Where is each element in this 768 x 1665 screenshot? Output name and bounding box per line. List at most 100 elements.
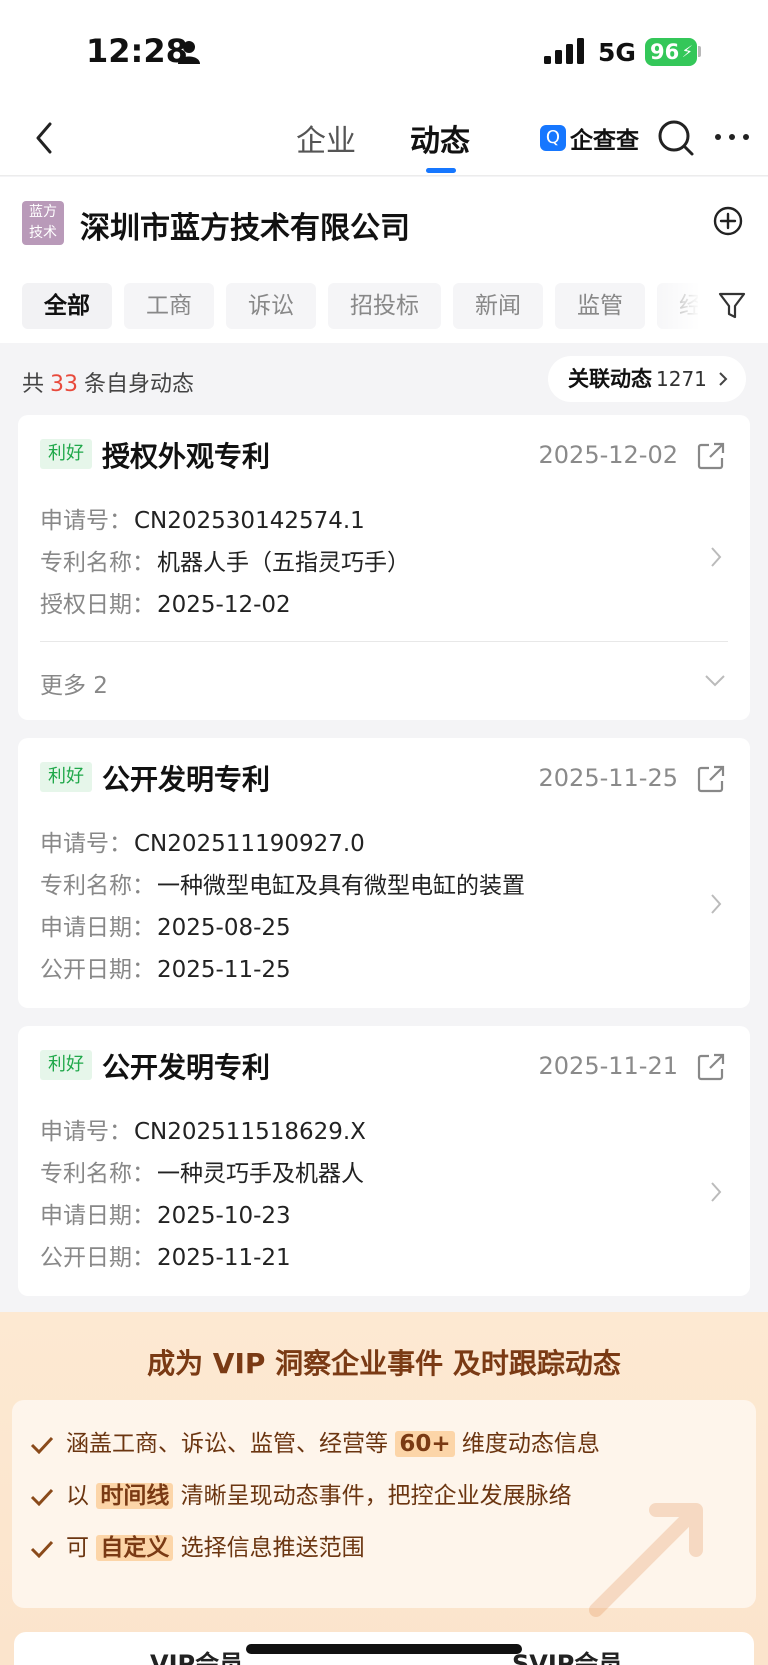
filter-chip-business[interactable]: 工商 (124, 283, 214, 329)
divider (40, 641, 728, 642)
detail-value: CN202530142574.1 (134, 508, 365, 534)
chevron-right-icon (711, 894, 722, 914)
benefit-text: 清晰呈现动态事件，把控企业发展脉络 (180, 1483, 572, 1509)
chevron-right-icon (711, 1182, 722, 1202)
detail-label: 申请日期： (40, 915, 155, 941)
detail-label: 公开日期： (40, 1245, 155, 1271)
positive-tag: 利好 (40, 762, 92, 792)
filter-chip-all[interactable]: 全部 (22, 283, 112, 329)
detail-label: 公开日期： (40, 957, 155, 983)
benefit-text: 涵盖工商、诉讼、监管、经营等 (66, 1431, 388, 1457)
status-time: 12:28 (86, 32, 188, 70)
detail-value: 一种灵巧手及机器人 (157, 1161, 364, 1187)
detail-value: 2025-12-02 (157, 592, 291, 618)
filter-chips: 全部工商诉讼招投标新闻监管经营 (22, 283, 698, 329)
detail-row: 专利名称：一种灵巧手及机器人 (40, 1154, 364, 1188)
filter-chip-news[interactable]: 新闻 (453, 283, 543, 329)
active-tab-indicator (426, 168, 456, 173)
detail-value: 2025-10-23 (157, 1203, 291, 1229)
battery-indicator: 96 ⚡ (645, 38, 697, 66)
detail-label: 专利名称： (40, 550, 155, 576)
detail-label: 申请日期： (40, 1203, 155, 1229)
benefit-text: 选择信息推送范围 (180, 1535, 365, 1561)
event-date: 2025-11-25 (538, 764, 678, 792)
detail-value: 2025-11-25 (157, 957, 291, 983)
person-icon (178, 41, 200, 64)
event-title: 公开发明专利 (102, 1051, 271, 1084)
detail-row: 授权日期：2025-12-02 (40, 585, 291, 619)
expand-more-link[interactable]: 更多 2 (40, 666, 108, 700)
brand-mark-icon: Q (540, 125, 566, 151)
related-label: 关联动态 (568, 367, 652, 391)
event-title: 公开发明专利 (102, 763, 271, 796)
check-icon (30, 1436, 54, 1454)
battery-level: 96 (650, 40, 680, 64)
add-follow-icon[interactable] (712, 205, 744, 237)
detail-value: CN202511190927.0 (134, 831, 365, 857)
vip-benefits-panel: 涵盖工商、诉讼、监管、经营等 60+ 维度动态信息 以 时间线 清晰呈现动态事件… (12, 1400, 756, 1617)
company-logo: 蓝方 技术 (22, 201, 64, 245)
detail-row: 专利名称：机器人手（五指灵巧手） (40, 543, 410, 577)
plan-vip[interactable]: VIP会员 (150, 1644, 243, 1665)
event-card[interactable]: 利好 授权外观专利 2025-12-02 申请号：CN202530142574.… (18, 415, 750, 720)
detail-label: 申请号： (40, 831, 132, 857)
event-date: 2025-11-21 (538, 1052, 678, 1080)
detail-value: CN202511518629.X (134, 1119, 366, 1145)
company-header: 蓝方 技术 深圳市蓝方技术有限公司 全部工商诉讼招投标新闻监管经营 (0, 177, 768, 343)
battery-tip (698, 46, 701, 57)
vip-promo-banner[interactable]: 成为 VIP 洞察企业事件 及时跟踪动态 涵盖工商、诉讼、监管、经营等 60+ … (0, 1312, 768, 1665)
chips-fade (650, 283, 700, 329)
more-icon[interactable] (712, 122, 752, 152)
filter-chip-regulation[interactable]: 监管 (555, 283, 645, 329)
benefit-highlight: 60+ (395, 1431, 455, 1457)
detail-row: 申请号：CN202511518629.X (40, 1112, 366, 1146)
signal-icon (544, 38, 584, 64)
status-bar: 12:28 5G 96 ⚡ (0, 0, 768, 104)
top-nav-bar: 企业 动态 Q 企查查 (0, 104, 768, 176)
tab-enterprise[interactable]: 企业 (296, 116, 356, 160)
company-logo-line2: 技术 (29, 225, 57, 241)
filter-icon[interactable] (718, 291, 746, 321)
benefit-highlight: 自定义 (96, 1535, 174, 1561)
detail-value: 机器人手（五指灵巧手） (157, 550, 410, 576)
detail-row: 公开日期：2025-11-25 (40, 950, 291, 984)
detail-row: 申请号：CN202530142574.1 (40, 501, 365, 535)
filter-chip-bidding[interactable]: 招投标 (328, 283, 441, 329)
vip-benefit: 可 自定义 选择信息推送范围 (30, 1528, 365, 1562)
benefit-highlight: 时间线 (96, 1483, 174, 1509)
event-title: 授权外观专利 (102, 440, 271, 473)
plan-svip[interactable]: SVIP会员 (512, 1644, 622, 1665)
event-card[interactable]: 利好 公开发明专利 2025-11-25 申请号：CN202511190927.… (18, 738, 750, 1008)
open-external-icon[interactable] (696, 764, 726, 794)
benefit-text: 维度动态信息 (461, 1431, 600, 1457)
detail-row: 专利名称：一种微型电缸及具有微型电缸的装置 (40, 866, 525, 900)
detail-label: 授权日期： (40, 592, 155, 618)
network-type: 5G (598, 38, 636, 67)
detail-label: 申请号： (40, 1119, 132, 1145)
search-icon[interactable] (656, 118, 696, 158)
check-icon (30, 1540, 54, 1558)
company-logo-line1: 蓝方 (29, 204, 57, 220)
chevron-right-icon (711, 547, 722, 567)
back-icon[interactable] (30, 118, 60, 158)
open-external-icon[interactable] (696, 1052, 726, 1082)
arrow-decoration-icon (589, 1503, 703, 1617)
dynamics-summary: 共 33 条自身动态 (22, 366, 194, 398)
related-count: 1271 (656, 367, 707, 391)
event-card[interactable]: 利好 公开发明专利 2025-11-21 申请号：CN202511518629.… (18, 1026, 750, 1296)
detail-value: 一种微型电缸及具有微型电缸的装置 (157, 873, 525, 899)
charging-icon: ⚡ (681, 42, 693, 61)
related-dynamics-button[interactable]: 关联动态 1271 (548, 356, 746, 402)
open-external-icon[interactable] (696, 441, 726, 471)
detail-label: 专利名称： (40, 873, 155, 899)
chevron-down-icon[interactable] (704, 674, 726, 688)
positive-tag: 利好 (40, 439, 92, 469)
filter-chip-litigation[interactable]: 诉讼 (226, 283, 316, 329)
chevron-right-icon (719, 372, 728, 386)
tab-dynamics[interactable]: 动态 (410, 116, 470, 160)
summary-count: 33 (50, 372, 79, 397)
benefit-text: 可 (66, 1535, 89, 1561)
benefit-text: 以 (66, 1483, 89, 1509)
detail-row: 申请日期：2025-10-23 (40, 1196, 291, 1230)
company-name[interactable]: 深圳市蓝方技术有限公司 (80, 203, 410, 247)
